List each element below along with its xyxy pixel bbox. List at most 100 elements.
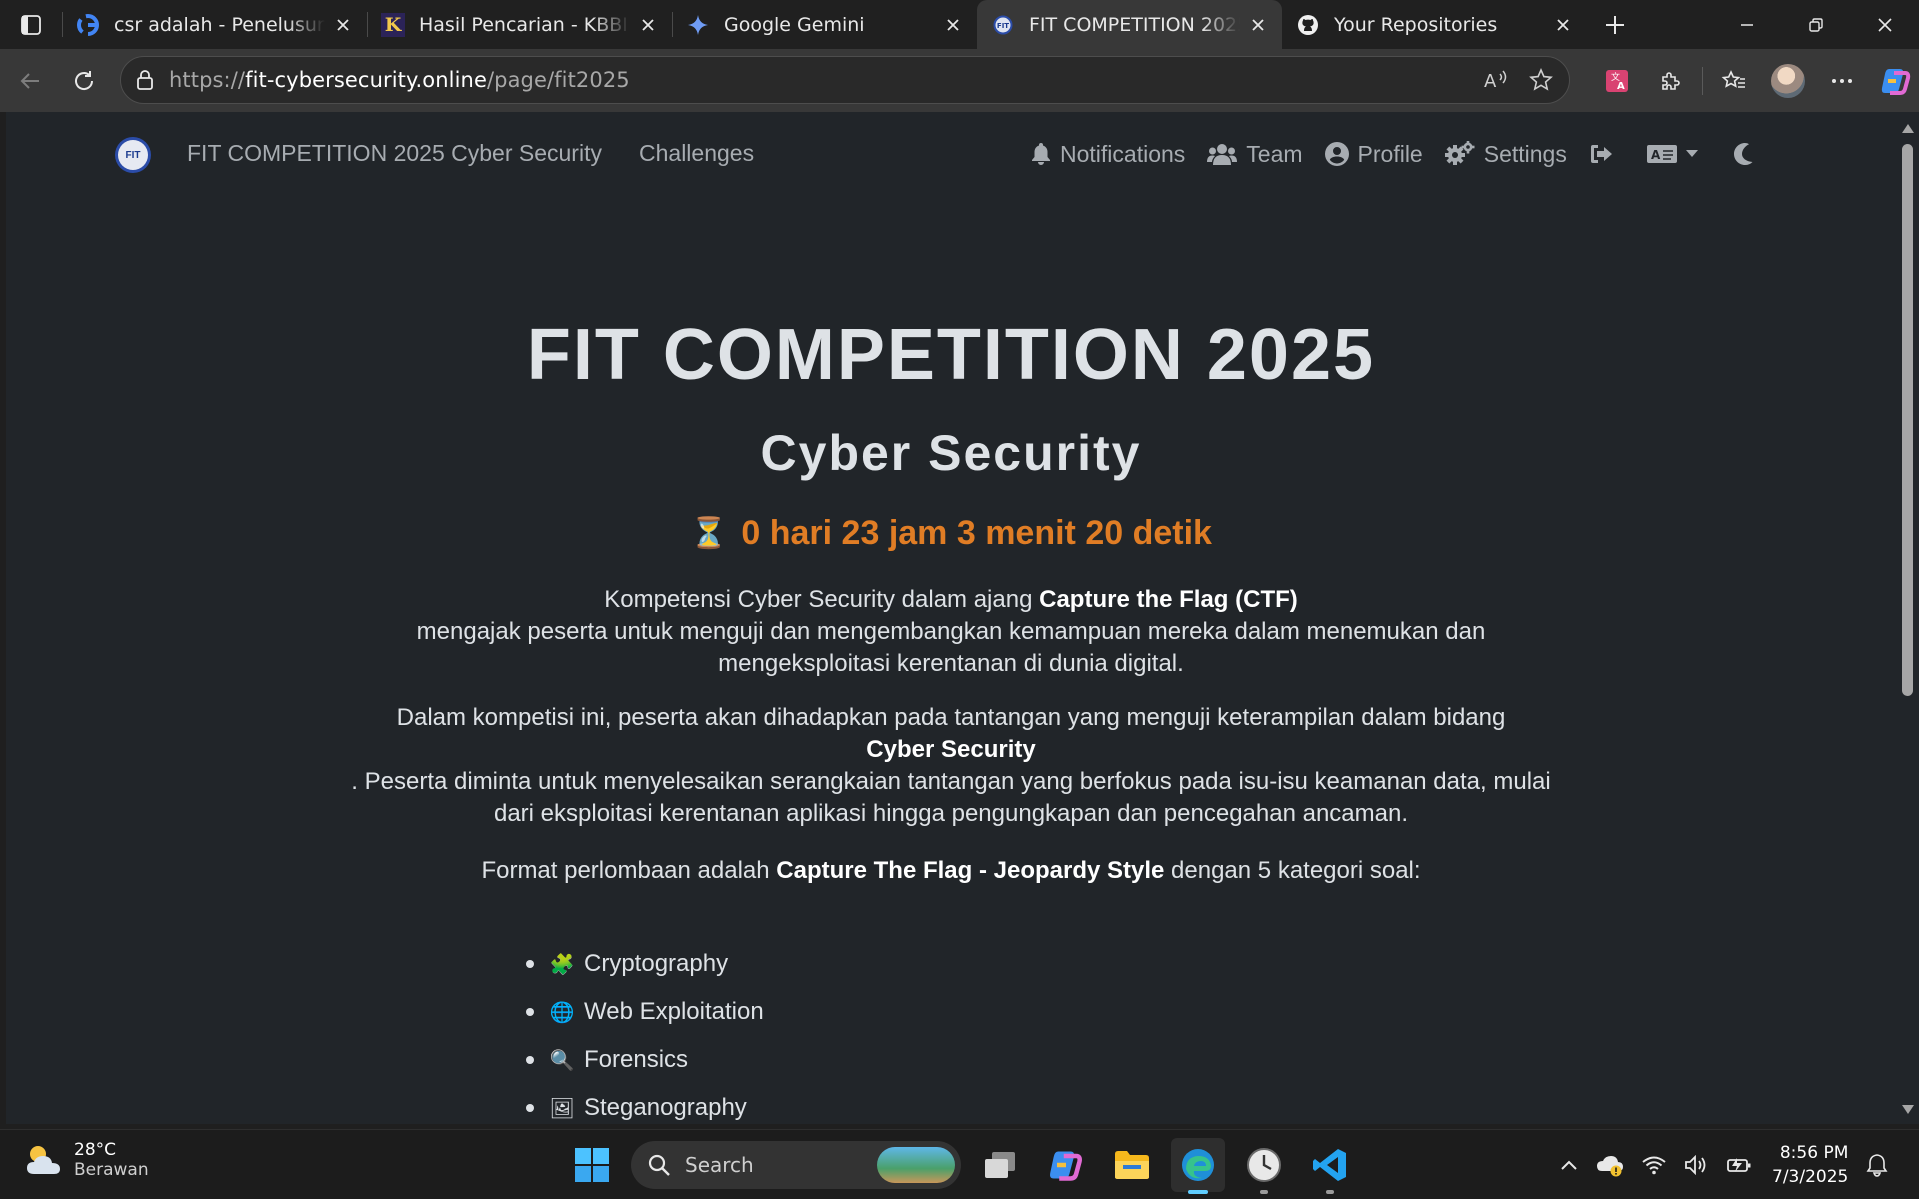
copilot-icon: [1881, 68, 1911, 95]
browser-tab-kbbi[interactable]: K Hasil Pencarian - KBBI VI Daring: [367, 0, 672, 49]
translator-extension-button[interactable]: 文A: [1590, 59, 1644, 103]
lock-icon[interactable]: [135, 69, 155, 91]
read-aloud-icon[interactable]: A: [1483, 68, 1509, 92]
minimize-icon: [1740, 23, 1753, 26]
svg-text:A: A: [1484, 71, 1497, 92]
browser-tab-github[interactable]: Your Repositories: [1282, 0, 1587, 49]
running-indicator: [1260, 1190, 1268, 1194]
caret-down-icon: [1685, 150, 1698, 157]
scrollbar-thumb[interactable]: [1902, 144, 1913, 696]
nav-profile-link[interactable]: Profile: [1324, 140, 1423, 168]
restore-icon: [1808, 17, 1823, 32]
onedrive-warning-icon[interactable]: [1596, 1153, 1624, 1177]
extensions-button[interactable]: [1644, 59, 1698, 103]
search-label: Search: [685, 1153, 754, 1177]
translate-icon: 文A: [1606, 69, 1628, 92]
close-window-button[interactable]: [1850, 0, 1919, 49]
weather-temperature: 28°C: [74, 1140, 117, 1160]
close-icon: [1877, 17, 1892, 32]
copilot-button[interactable]: [1869, 59, 1919, 103]
site-logo[interactable]: FIT: [118, 140, 148, 170]
window-controls: [1712, 0, 1919, 49]
google-g-icon: [76, 13, 100, 37]
taskbar-search[interactable]: Search: [631, 1141, 961, 1189]
notification-bell-icon[interactable]: [1866, 1153, 1888, 1177]
globe-icon: 🌐: [549, 1001, 575, 1024]
vscode-button[interactable]: [1303, 1138, 1357, 1194]
tab-title: Google Gemini: [724, 13, 865, 36]
close-tab-icon[interactable]: [638, 15, 658, 35]
scroll-up-icon[interactable]: [1902, 124, 1914, 133]
nav-challenges-link[interactable]: Challenges: [639, 140, 754, 167]
list-item: 🔍 Forensics: [526, 1036, 764, 1084]
browser-tab-gemini[interactable]: Google Gemini: [672, 0, 977, 49]
profile-avatar-button[interactable]: [1761, 59, 1815, 103]
favorites-button[interactable]: [1707, 59, 1761, 103]
picture-icon: 🖼: [549, 1097, 575, 1120]
tab-title: Your Repositories: [1334, 13, 1498, 36]
clock-icon: [1247, 1148, 1281, 1182]
plus-icon: [1606, 15, 1624, 34]
favorite-star-icon[interactable]: [1529, 68, 1553, 92]
nav-language-dropdown[interactable]: A: [1646, 144, 1698, 164]
url-path: /page/fit2025: [486, 68, 630, 92]
new-tab-button[interactable]: [1587, 0, 1643, 49]
address-bar[interactable]: https://fit-cybersecurity.online/page/fi…: [120, 56, 1570, 104]
search-highlight-art: [877, 1147, 955, 1183]
moon-icon: [1733, 143, 1753, 165]
svg-text:FIT: FIT: [997, 22, 1009, 30]
hourglass-icon: ⏳: [690, 517, 728, 550]
windows-taskbar: 28°C Berawan Search 8:56 PM 7/3/2025: [0, 1129, 1919, 1199]
refresh-icon: [75, 70, 94, 90]
weather-condition: Berawan: [74, 1160, 149, 1180]
nav-settings-link[interactable]: Settings: [1444, 140, 1567, 168]
windows-logo-icon: [575, 1148, 609, 1182]
restore-button[interactable]: [1781, 0, 1850, 49]
back-button[interactable]: [3, 59, 57, 103]
svg-text:A: A: [1651, 148, 1661, 162]
nav-notifications-link[interactable]: Notifications: [1031, 141, 1185, 168]
intro-text: Kompetensi Cyber Security dalam ajang: [604, 586, 1040, 613]
copilot-app-button[interactable]: [1039, 1138, 1093, 1192]
browser-tab-strip: csr adalah - Penelusuran Google K Hasil …: [0, 0, 1919, 49]
refresh-button[interactable]: [57, 59, 111, 103]
nav-theme-toggle[interactable]: [1732, 142, 1754, 166]
back-arrow-icon: [20, 72, 39, 89]
nav-brand-link[interactable]: FIT COMPETITION 2025 Cyber Security: [187, 140, 602, 167]
browser-tab-google[interactable]: csr adalah - Penelusuran Google: [62, 0, 367, 49]
close-tab-icon[interactable]: [333, 15, 353, 35]
chevron-up-icon[interactable]: [1560, 1159, 1578, 1171]
nav-logout-link[interactable]: [1589, 143, 1613, 165]
task-view-button[interactable]: [973, 1138, 1027, 1192]
speaker-icon[interactable]: [1684, 1155, 1708, 1175]
file-explorer-button[interactable]: [1105, 1138, 1159, 1192]
close-tab-icon[interactable]: [1553, 15, 1573, 35]
edge-browser-button[interactable]: [1171, 1138, 1225, 1194]
battery-saver-icon[interactable]: [1726, 1155, 1754, 1175]
page-scrollbar[interactable]: [1896, 112, 1919, 1124]
nav-settings-label: Settings: [1483, 140, 1567, 167]
tab-actions-button[interactable]: [0, 0, 62, 49]
url-text: https://fit-cybersecurity.online/page/fi…: [169, 68, 630, 92]
nav-team-link[interactable]: Team: [1207, 141, 1303, 168]
category-label: Web Exploitation: [584, 998, 764, 1025]
browser-tab-fit[interactable]: FIT FIT COMPETITION 2025 Cyber Security: [977, 0, 1282, 49]
minimize-button[interactable]: [1712, 0, 1781, 49]
close-tab-icon[interactable]: [943, 15, 963, 35]
wifi-icon[interactable]: [1642, 1155, 1666, 1175]
folder-icon: [1115, 1151, 1149, 1179]
clock-date: 7/3/2025: [1772, 1167, 1849, 1187]
github-icon: [1296, 13, 1320, 37]
clock-app-button[interactable]: [1237, 1138, 1291, 1194]
more-menu-button[interactable]: [1815, 59, 1869, 103]
start-button[interactable]: [565, 1138, 619, 1192]
weather-widget[interactable]: 28°C Berawan: [24, 1140, 149, 1180]
running-indicator: [1326, 1190, 1334, 1194]
system-tray: 8:56 PM 7/3/2025: [1560, 1138, 1888, 1192]
category-label: Steganography: [584, 1094, 747, 1121]
taskbar-clock[interactable]: 8:56 PM 7/3/2025: [1772, 1141, 1848, 1189]
nav-profile-label: Profile: [1357, 140, 1423, 167]
format-paragraph: Format perlombaan adalah Capture The Fla…: [336, 855, 1566, 887]
close-tab-icon[interactable]: [1248, 15, 1268, 35]
scroll-down-icon[interactable]: [1902, 1105, 1914, 1114]
